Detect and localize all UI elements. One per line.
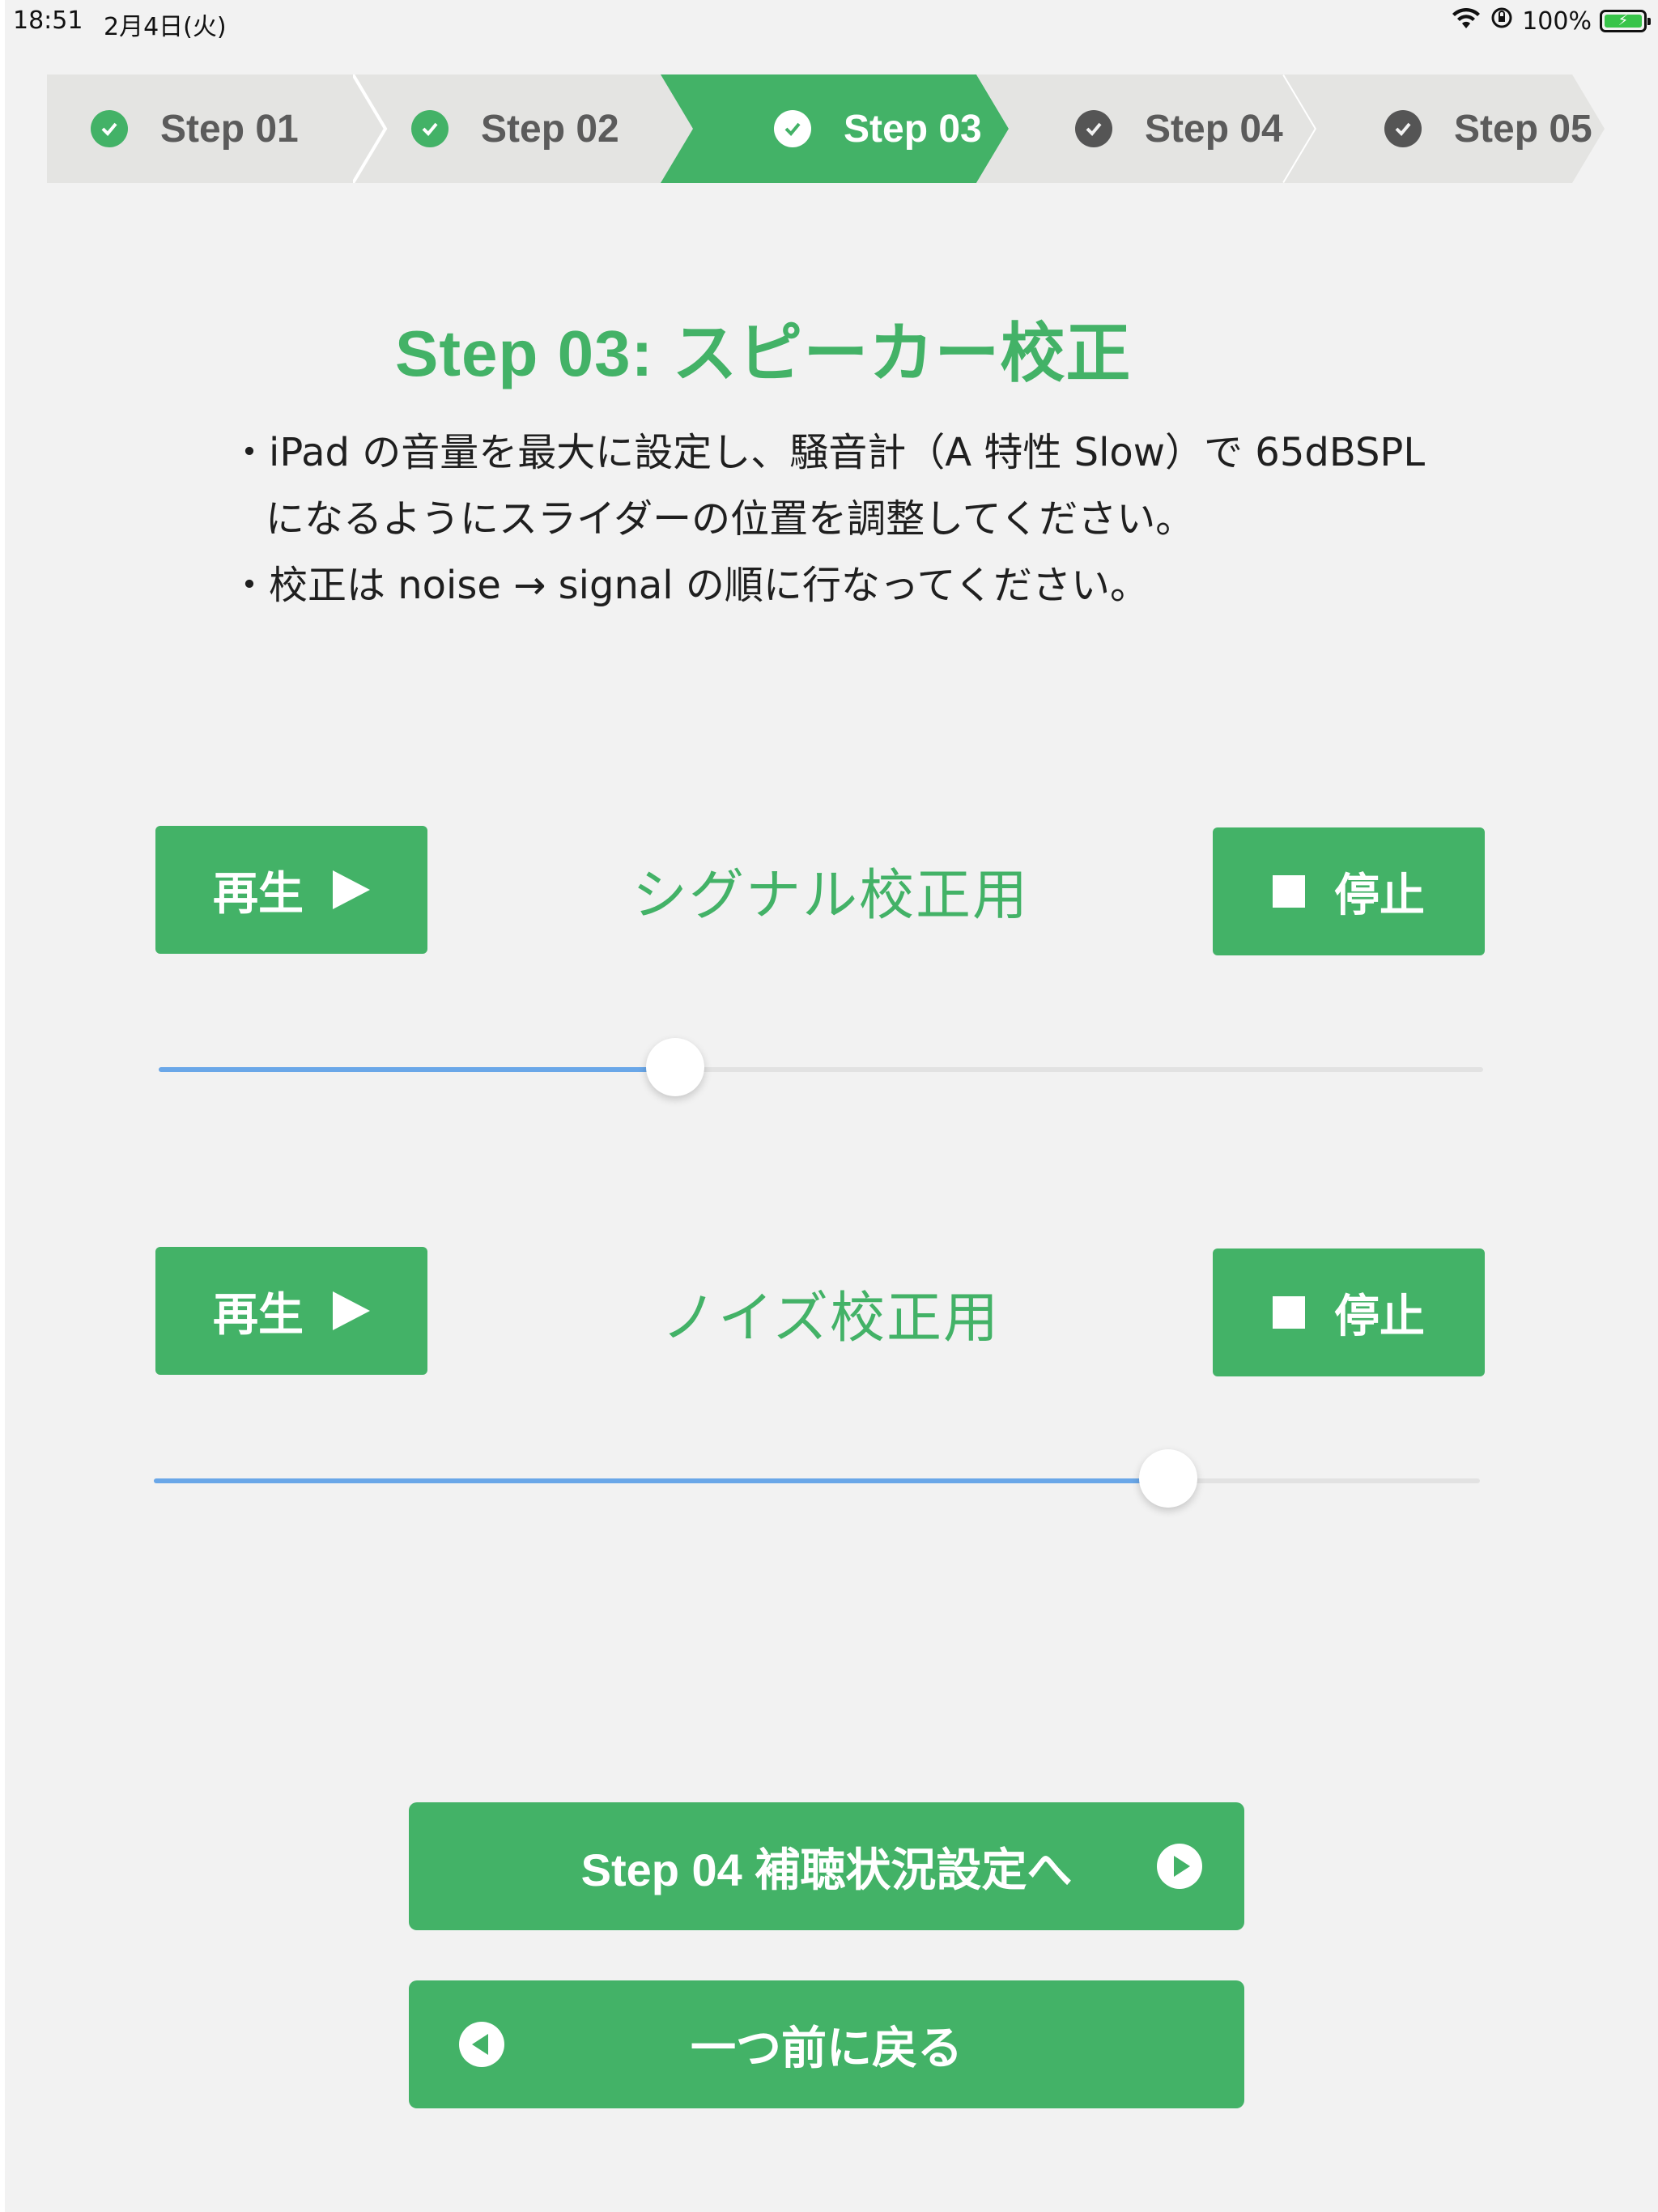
noise-volume-slider[interactable] (154, 1449, 1480, 1508)
screen-edge (0, 0, 5, 2212)
signal-play-label: 再生 (213, 867, 304, 921)
page-title: Step 03: スピーカー校正 (395, 317, 1132, 389)
status-bar: 18:51 2月4日(火) 100% ⚡ (0, 0, 1658, 42)
signal-calibration-label: シグナル校正用 (631, 864, 1029, 928)
back-button[interactable]: 一つ前に戻る (409, 1980, 1244, 2108)
step-05[interactable]: Step 05 (1284, 74, 1605, 183)
stop-icon (1273, 1296, 1305, 1329)
instruction-line-1: ・iPad の音量を最大に設定し、騒音計（A 特性 Slow）で 65dBSPL (230, 430, 1426, 475)
check-icon (1075, 110, 1112, 147)
play-icon (333, 870, 370, 909)
battery-fill: ⚡ (1605, 14, 1642, 28)
play-circle-icon (1157, 1844, 1202, 1889)
instruction-line-3: ・校正は noise → signal の順に行なってください。 (230, 563, 1150, 608)
check-icon (1384, 110, 1422, 147)
noise-stop-label: 停止 (1334, 1290, 1425, 1343)
step-04[interactable]: Step 04 (976, 74, 1316, 183)
step-04-label: Step 04 (1145, 107, 1283, 151)
signal-stop-label: 停止 (1334, 869, 1425, 922)
slider-thumb[interactable] (1139, 1449, 1198, 1508)
noise-play-label: 再生 (213, 1288, 304, 1342)
slider-fill (154, 1478, 1169, 1483)
signal-stop-button[interactable]: 停止 (1213, 827, 1485, 955)
status-right: 100% ⚡ (1451, 5, 1651, 37)
step-03-label: Step 03 (844, 107, 982, 151)
step-03[interactable]: Step 03 (661, 74, 1009, 183)
slider-fill (159, 1067, 676, 1072)
check-icon (91, 110, 128, 147)
battery-percent: 100% (1522, 6, 1592, 36)
step-01-label: Step 01 (160, 107, 299, 151)
step-05-label: Step 05 (1454, 107, 1592, 151)
check-icon (411, 110, 449, 147)
check-icon (774, 110, 811, 147)
noise-play-button[interactable]: 再生 (155, 1247, 427, 1375)
signal-play-button[interactable]: 再生 (155, 826, 427, 954)
stop-icon (1273, 875, 1305, 908)
play-icon (333, 1291, 370, 1330)
wifi-icon (1451, 6, 1482, 36)
step-01[interactable]: Step 01 (47, 74, 385, 183)
battery-icon: ⚡ (1600, 10, 1651, 32)
back-label: 一つ前に戻る (691, 2022, 963, 2074)
instruction-line-2: になるようにスライダーの位置を調整してください。 (266, 496, 1195, 542)
slider-thumb[interactable] (646, 1038, 705, 1096)
noise-calibration-label: ノイズ校正用 (661, 1287, 1000, 1351)
step-02-label: Step 02 (481, 107, 619, 151)
step-progress-bar: Step 01 Step 02 Step 03 Step 04 Step 05 (47, 74, 1605, 183)
step-02[interactable]: Step 02 (353, 74, 709, 183)
signal-volume-slider[interactable] (159, 1038, 1483, 1096)
next-step-label: Step 04 補聴状況設定へ (580, 1844, 1073, 1895)
status-time: 18:51 (13, 6, 83, 35)
next-step-button[interactable]: Step 04 補聴状況設定へ (409, 1802, 1244, 1930)
orientation-lock-icon (1490, 6, 1514, 36)
status-date: 2月4日(火) (104, 13, 227, 41)
noise-stop-button[interactable]: 停止 (1213, 1249, 1485, 1376)
back-circle-icon (459, 2022, 504, 2067)
instructions: ・iPad の音量を最大に設定し、騒音計（A 特性 Slow）で 65dBSPL… (230, 419, 1525, 619)
